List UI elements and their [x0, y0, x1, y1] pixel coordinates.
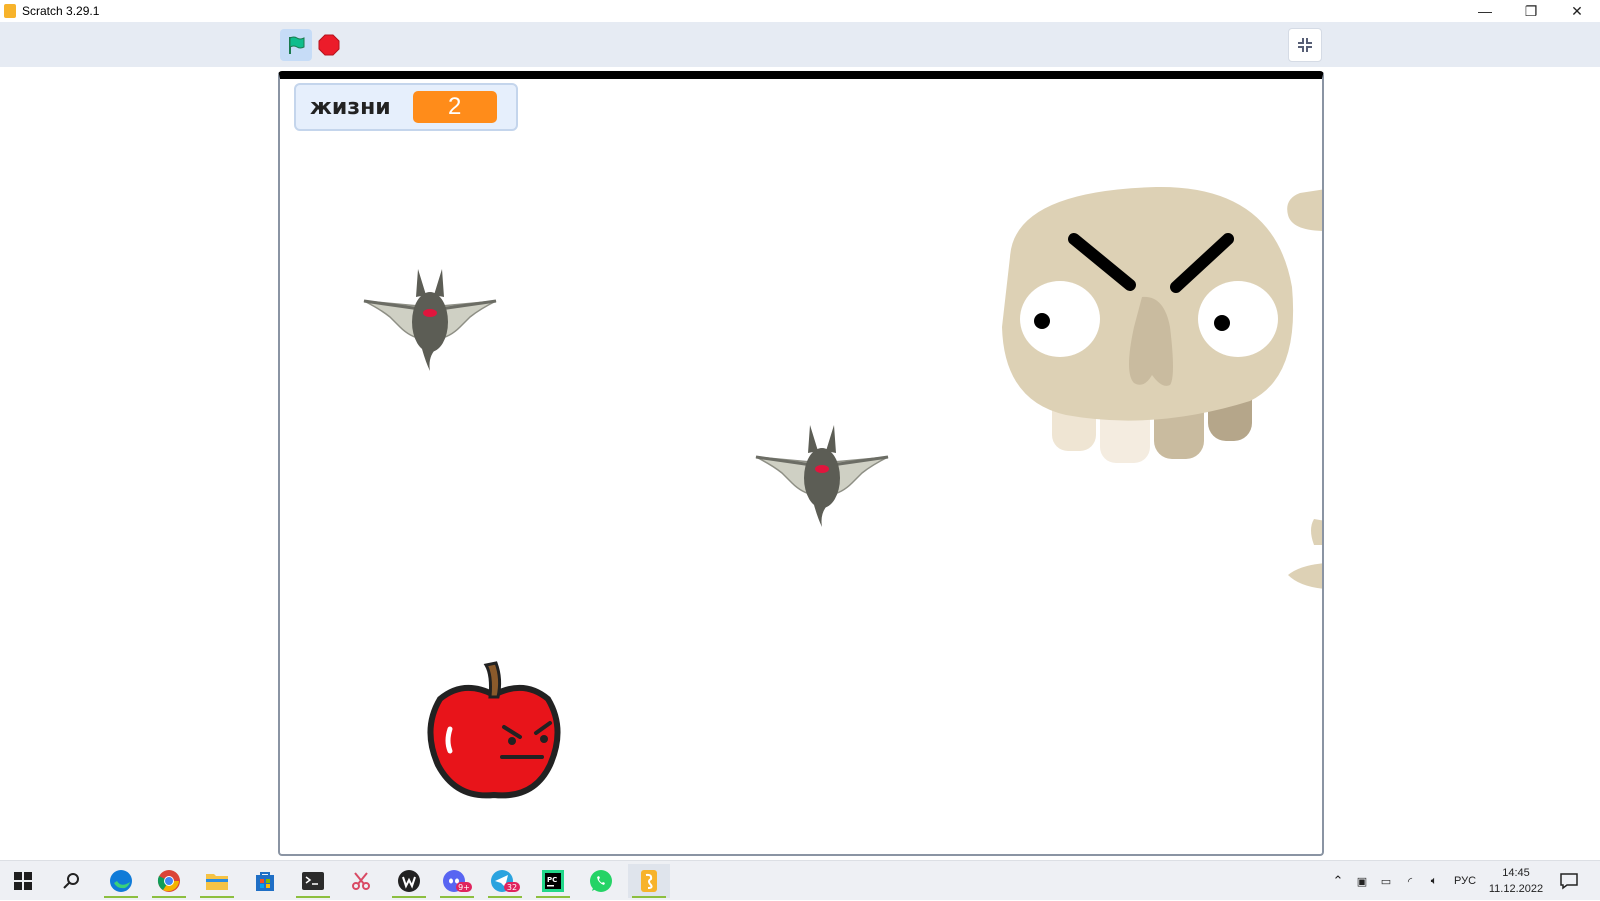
player-toolbar — [0, 22, 1600, 67]
taskbar-edge[interactable] — [100, 864, 142, 898]
volume-icon[interactable]: 🔈︎ — [1422, 875, 1446, 888]
exit-fullscreen-icon — [1298, 38, 1312, 52]
taskbar-scratch[interactable] — [628, 864, 670, 898]
input-language-indicator[interactable]: РУС — [1454, 875, 1476, 887]
discord-badge: 9+ — [458, 883, 470, 892]
skull-fragment-sprite — [1288, 519, 1322, 589]
notification-icon — [1560, 873, 1578, 890]
start-button[interactable] — [2, 864, 44, 898]
windows-taskbar: 9+ 32 PC ⌃ ▣ ▭ ◜ 🔈︎ РУС 14:45 11.12.2022 — [0, 860, 1600, 900]
windows-logo-icon — [14, 872, 32, 890]
stage[interactable]: жизни 2 — [278, 71, 1324, 856]
bat-sprite[interactable] — [752, 423, 892, 528]
taskbar-terminal[interactable] — [292, 864, 334, 898]
skull-sprite[interactable] — [974, 177, 1324, 477]
wifi-icon[interactable]: ◜ — [1398, 875, 1422, 888]
taskbar-chrome[interactable] — [148, 864, 190, 898]
close-button[interactable]: ✕ — [1554, 0, 1600, 22]
variable-monitor: жизни 2 — [294, 83, 518, 131]
variable-value: 2 — [412, 91, 497, 123]
store-icon — [256, 872, 274, 891]
skull-fragment-sprite — [1287, 189, 1322, 231]
taskbar-whatsapp[interactable] — [580, 864, 622, 898]
show-hidden-icons-icon[interactable]: ⌃ — [1326, 873, 1350, 889]
clock-time: 14:45 — [1502, 867, 1530, 879]
discord-icon: 9+ — [443, 870, 472, 892]
taskbar-file-explorer[interactable] — [196, 864, 238, 898]
camera-icon[interactable]: ▣ — [1350, 875, 1374, 888]
taskbar-telegram[interactable]: 32 — [484, 864, 526, 898]
telegram-badge: 32 — [507, 883, 517, 892]
notifications-button[interactable] — [1548, 864, 1590, 898]
snipping-tool-icon — [352, 872, 370, 890]
window-title-bar: Scratch 3.29.1 — ❐ ✕ — [0, 0, 1600, 22]
green-flag-icon — [289, 36, 305, 54]
svg-text:PC: PC — [547, 876, 557, 884]
folder-icon — [206, 874, 228, 890]
chrome-icon — [157, 870, 180, 892]
battery-icon[interactable]: ▭ — [1374, 875, 1398, 888]
search-icon — [63, 873, 79, 889]
taskbar-snipping-tool[interactable] — [340, 864, 382, 898]
exit-fullscreen-button[interactable] — [1288, 28, 1322, 62]
minimize-button[interactable]: — — [1462, 0, 1508, 22]
taskbar-microsoft-store[interactable] — [244, 864, 286, 898]
taskbar-discord[interactable]: 9+ — [436, 864, 478, 898]
variable-name: жизни — [310, 94, 391, 120]
angry-apple-sprite[interactable] — [424, 659, 564, 799]
telegram-icon: 32 — [491, 870, 520, 892]
scratch-app-icon — [4, 4, 16, 18]
terminal-icon — [302, 872, 324, 890]
window-title: Scratch 3.29.1 — [22, 4, 100, 18]
w-logo-icon — [398, 870, 420, 892]
scratch-icon — [641, 870, 657, 892]
taskbar-pycharm[interactable]: PC — [532, 864, 574, 898]
bat-sprite[interactable] — [360, 267, 500, 372]
search-button[interactable] — [50, 864, 92, 898]
edge-icon — [110, 870, 132, 892]
stop-button[interactable] — [318, 34, 340, 56]
taskbar-wakatime[interactable] — [388, 864, 430, 898]
system-tray: ⌃ ▣ ▭ ◜ 🔈︎ РУС — [1326, 861, 1476, 901]
stop-sign-icon — [318, 34, 340, 56]
whatsapp-icon — [590, 870, 612, 892]
clock[interactable]: 14:45 11.12.2022 — [1484, 865, 1548, 897]
clock-date: 11.12.2022 — [1488, 883, 1544, 895]
pycharm-icon: PC — [542, 870, 564, 892]
green-flag-button[interactable] — [280, 29, 312, 61]
restore-button[interactable]: ❐ — [1508, 0, 1554, 22]
